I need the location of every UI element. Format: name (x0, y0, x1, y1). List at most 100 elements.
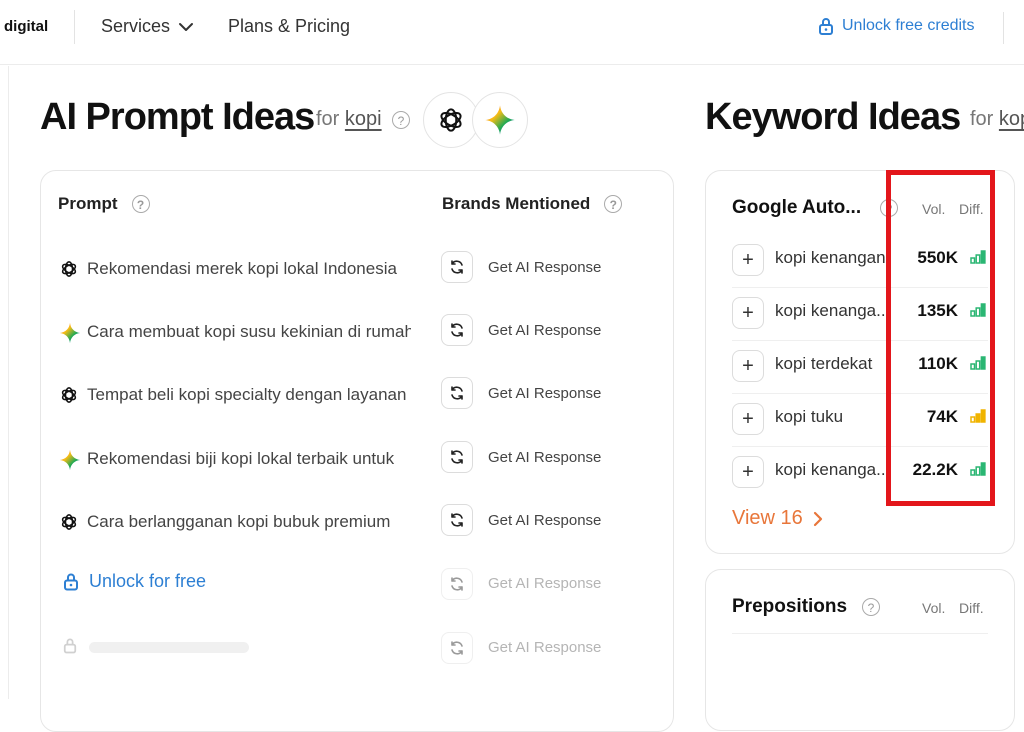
for-label: for (970, 108, 994, 130)
difficulty-column-label: Diff. (959, 600, 984, 616)
nav-divider (74, 10, 75, 44)
plus-icon: + (742, 248, 754, 271)
plus-icon: + (742, 460, 754, 483)
pricing-label: Plans & Pricing (228, 16, 351, 36)
refresh-icon (451, 641, 463, 655)
refresh-icon (451, 450, 463, 464)
help-icon[interactable]: ? (604, 195, 623, 213)
plus-icon: + (742, 301, 754, 324)
keyword-row[interactable]: + kopi kenangan 550K (732, 234, 988, 288)
brand-logo[interactable]: digital (4, 18, 48, 35)
keyword-volume: 550K (917, 248, 958, 267)
skeleton-placeholder (89, 642, 249, 653)
refresh-button[interactable] (441, 251, 473, 283)
view-more-label: View 16 (732, 507, 803, 529)
refresh-icon (451, 386, 463, 400)
refresh-icon (451, 577, 463, 591)
google-autocomplete-card: Google Auto... ? Vol. Diff. + kopi kenan… (705, 170, 1015, 554)
lock-icon (63, 638, 77, 654)
lock-icon (64, 573, 78, 591)
refresh-button[interactable] (441, 314, 473, 346)
plus-icon: + (742, 407, 754, 430)
prompt-column-header: Prompt ? (58, 194, 150, 214)
unlock-for-free-link[interactable]: Unlock for free (63, 571, 206, 592)
autocomplete-title: Google Auto... (732, 197, 862, 218)
chatgpt-model-badge[interactable] (423, 92, 479, 148)
keyword-text: kopi tuku (775, 407, 844, 426)
volume-column-label: Vol. (922, 201, 946, 217)
unlock-for-free-label: Unlock for free (89, 571, 207, 591)
plus-icon: + (742, 354, 754, 377)
keyword-volume: 110K (918, 354, 958, 373)
gemini-model-badge[interactable] (472, 92, 528, 148)
difficulty-bars-icon (970, 303, 986, 317)
refresh-icon (451, 323, 463, 337)
nav-divider (1003, 12, 1004, 44)
refresh-button-locked (441, 632, 473, 664)
add-keyword-button[interactable]: + (732, 403, 764, 435)
help-icon[interactable]: ? (131, 195, 150, 213)
services-menu[interactable]: Services (101, 16, 194, 37)
help-icon[interactable]: ? (862, 598, 880, 616)
keyword-for-term: for kopi (970, 108, 1024, 131)
refresh-icon (451, 513, 463, 527)
get-ai-response-link[interactable]: Get AI Response (488, 512, 601, 529)
add-keyword-button[interactable]: + (732, 456, 764, 488)
prepositions-title: Prepositions (732, 596, 848, 617)
lock-icon (819, 18, 833, 35)
gemini-icon (59, 322, 81, 349)
get-ai-response-locked: Get AI Response (488, 639, 602, 656)
divider (732, 633, 988, 634)
services-label: Services (101, 16, 171, 36)
help-icon[interactable]: ? (880, 199, 898, 217)
chevron-right-icon (813, 511, 822, 526)
chatgpt-icon (440, 108, 462, 132)
gemini-icon (485, 105, 515, 135)
prompt-row[interactable]: Rekomendasi biji kopi lokal terbaik untu… (41, 435, 673, 485)
add-keyword-button[interactable]: + (732, 297, 764, 329)
unlock-credits-label: Unlock free credits (842, 17, 975, 34)
prompt-text: Rekomendasi merek kopi lokal Indonesia (87, 259, 397, 278)
keyword-row[interactable]: + kopi terdekat 110K (732, 340, 988, 394)
difficulty-bars-icon (970, 250, 986, 264)
ai-for-term: for kopi (316, 108, 382, 131)
chatgpt-icon (59, 385, 79, 410)
volume-column-label: Vol. (922, 600, 946, 616)
refresh-button[interactable] (441, 377, 473, 409)
keyword-volume: 135K (917, 301, 958, 320)
keyword-ideas-title: Keyword Ideas (705, 96, 961, 138)
refresh-icon (451, 260, 463, 274)
keyword-row[interactable]: + kopi tuku 74K (732, 393, 988, 447)
chevron-down-icon (179, 22, 194, 31)
get-ai-response-link[interactable]: Get AI Response (488, 322, 601, 339)
unlock-free-credits-link[interactable]: Unlock free credits (818, 17, 975, 35)
keyword-volume: 22.2K (912, 460, 958, 479)
prompt-text: Rekomendasi biji kopi lokal terbaik untu… (87, 449, 395, 468)
difficulty-bars-icon (970, 356, 986, 370)
keyword-text: kopi kenanga... (775, 460, 887, 479)
search-term[interactable]: kopi (345, 108, 382, 130)
keyword-volume: 74K (926, 407, 958, 426)
refresh-button[interactable] (441, 504, 473, 536)
chatgpt-icon (59, 512, 79, 537)
prompt-row[interactable]: Cara membuat kopi susu kekinian di rumah… (41, 308, 673, 358)
plans-pricing-link[interactable]: Plans & Pricing (228, 16, 350, 37)
add-keyword-button[interactable]: + (732, 244, 764, 276)
prompt-row[interactable]: Rekomendasi merek kopi lokal Indonesia G… (41, 245, 673, 295)
refresh-button[interactable] (441, 441, 473, 473)
keyword-text: kopi terdekat (775, 354, 873, 373)
get-ai-response-locked: Get AI Response (488, 575, 602, 592)
get-ai-response-link[interactable]: Get AI Response (488, 449, 601, 466)
keyword-row[interactable]: + kopi kenanga... 22.2K (732, 446, 988, 499)
get-ai-response-link[interactable]: Get AI Response (488, 385, 601, 402)
prompt-header-label: Prompt (58, 194, 118, 213)
keyword-row[interactable]: + kopi kenanga... 135K (732, 287, 988, 341)
view-more-keywords-link[interactable]: View 16 (732, 507, 823, 530)
prompt-text: Cara membuat kopi susu kekinian di rumah (87, 322, 411, 341)
get-ai-response-link[interactable]: Get AI Response (488, 259, 601, 276)
help-icon[interactable]: ? (392, 111, 410, 129)
prompt-row[interactable]: Tempat beli kopi specialty dengan layana… (41, 371, 673, 421)
prompt-row[interactable]: Cara berlangganan kopi bubuk premium Get… (41, 498, 673, 548)
search-term[interactable]: kopi (999, 108, 1024, 130)
add-keyword-button[interactable]: + (732, 350, 764, 382)
